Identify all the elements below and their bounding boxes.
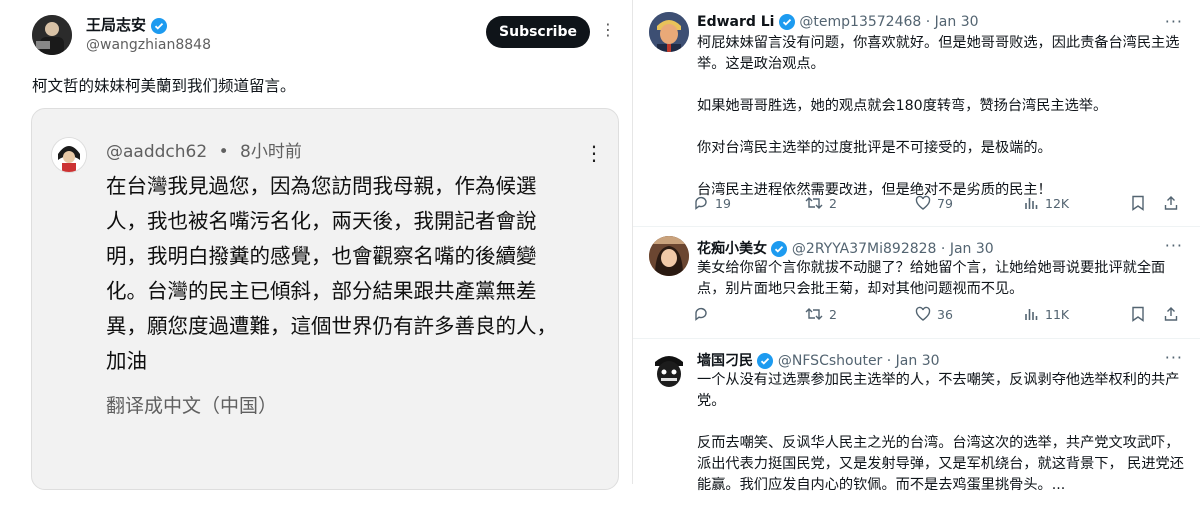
tweet-paragraph: 反而去嘲笑、反讽华人民主之光的台湾。台湾这次的选举，共产党文攻武吓，派出代表力挺… <box>697 435 1184 493</box>
tweet-date[interactable]: Jan 30 <box>896 353 940 369</box>
tweet-header: 花痴小美女 @2RYYA37Mi892828 · Jan 30 <box>697 241 994 257</box>
tweet-more-icon[interactable]: ··· <box>1165 236 1183 255</box>
retweet-icon <box>805 308 823 320</box>
tweet-date[interactable]: Jan 30 <box>950 241 994 257</box>
tweet-paragraph: 你对台湾民主选举的过度批评是不可接受的，是极端的。 <box>697 140 1052 156</box>
share-button[interactable] <box>1163 195 1179 211</box>
retweet-button[interactable]: 2 <box>805 195 837 211</box>
verified-icon <box>151 17 168 34</box>
tweet-body: 柯屁妹妹留言没有问题，你喜欢就好。但是她哥哥败选，因此责备台湾民主选举。这是政治… <box>697 33 1187 222</box>
tweet-paragraph: 美女给你留个言你就拔不动腿了？给她留个言，让她给她哥说要批评就全面点，别片面地只… <box>697 260 1166 297</box>
user-handle[interactable]: @NFSCshouter <box>778 353 882 369</box>
share-button[interactable] <box>1163 306 1179 322</box>
heart-icon <box>915 195 931 210</box>
comment-line: 異，願您度過遭難，這個世界仍有許多善良的人， <box>106 314 557 338</box>
more-options-icon[interactable]: ⋮ <box>600 20 616 39</box>
verified-icon <box>757 353 774 369</box>
reply-tweet[interactable]: 花痴小美女 @2RYYA37Mi892828 · Jan 30 ··· 美女给你… <box>633 226 1200 339</box>
reply-tweet[interactable]: 墙国刁民 @NFSCshouter · Jan 30 ··· 一个从没有过选票参… <box>633 338 1200 493</box>
subscribe-button[interactable]: Subscribe <box>486 16 590 48</box>
author-name[interactable]: 王局志安 <box>86 14 168 35</box>
tweet-date[interactable]: Jan 30 <box>935 14 979 30</box>
tweet-body: 一个从没有过选票参加民主选举的人，不去嘲笑，反讽剥夺他选举权利的共产党。 反而去… <box>697 370 1187 517</box>
share-icon <box>1164 307 1178 321</box>
views-icon <box>1025 309 1038 320</box>
views-button[interactable]: 12K <box>1023 195 1069 211</box>
verified-icon <box>778 14 795 30</box>
author-avatar[interactable] <box>32 15 72 55</box>
display-name[interactable]: Edward Li <box>697 14 775 30</box>
tweet-actions: 19 2 79 12K <box>693 195 1183 215</box>
reply-icon <box>695 196 707 210</box>
heart-icon <box>915 306 931 321</box>
bookmark-icon <box>1132 195 1144 211</box>
user-handle[interactable]: @2RYYA37Mi892828 <box>792 241 937 257</box>
reply-tweet[interactable]: Edward Li @temp13572468 · Jan 30 ··· 柯屁妹… <box>633 0 1200 227</box>
comment-line: 加油 <box>106 349 147 373</box>
views-icon <box>1025 198 1038 209</box>
like-button[interactable]: 36 <box>915 306 953 322</box>
comment-line: 人，我也被名嘴污名化，兩天後，我開記者會說 <box>106 209 537 233</box>
comment-body: 在台灣我見過您，因為您訪問我母親，作為候選 人，我也被名嘴污名化，兩天後，我開記… <box>106 169 606 379</box>
tweet-more-icon[interactable]: ··· <box>1165 12 1183 31</box>
reply-button[interactable] <box>693 306 715 322</box>
bookmark-button[interactable] <box>1131 195 1145 211</box>
reply-icon <box>695 307 707 321</box>
comment-line: 明，我明白撥糞的感覺，也會觀察名嘴的後續變 <box>106 244 537 268</box>
commenter-avatar[interactable] <box>51 137 87 173</box>
commenter-meta: @aaddch62 • 8小时前 <box>106 142 302 162</box>
tweet-actions: 2 36 11K <box>693 306 1183 326</box>
user-avatar[interactable] <box>649 348 689 388</box>
tweet-paragraph: 如果她哥哥胜选，她的观点就会180度转弯，赞扬台湾民主选举。 <box>697 98 1108 114</box>
retweet-button[interactable]: 2 <box>805 306 837 322</box>
tweet-more-icon[interactable]: ··· <box>1165 348 1183 367</box>
tweet-header: 墙国刁民 @NFSCshouter · Jan 30 <box>697 353 940 369</box>
bookmark-button[interactable] <box>1131 306 1145 322</box>
share-icon <box>1164 196 1178 210</box>
tweet-header: Edward Li @temp13572468 · Jan 30 <box>697 14 979 30</box>
reply-button[interactable]: 19 <box>693 195 731 211</box>
tweet-paragraph: 一个从没有过选票参加民主选举的人，不去嘲笑，反讽剥夺他选举权利的共产党。 <box>697 372 1180 409</box>
verified-icon <box>771 241 788 257</box>
tweet-paragraph: 柯屁妹妹留言没有问题，你喜欢就好。但是她哥哥败选，因此责备台湾民主选举。这是政治… <box>697 35 1180 72</box>
comment-line: 在台灣我見過您，因為您訪問我母親，作為候選 <box>106 174 537 198</box>
author-handle: @wangzhian8848 <box>86 37 211 53</box>
commenter-handle[interactable]: @aaddch62 <box>106 142 207 162</box>
quoted-comment-card: @aaddch62 • 8小时前 ⋮ 在台灣我見過您，因為您訪問我母親，作為候選… <box>31 108 619 490</box>
user-avatar[interactable] <box>649 236 689 276</box>
bookmark-icon <box>1132 306 1144 322</box>
reply-thread-panel: Edward Li @temp13572468 · Jan 30 ··· 柯屁妹… <box>632 0 1200 493</box>
like-button[interactable]: 79 <box>915 195 953 211</box>
user-avatar[interactable] <box>649 12 689 52</box>
comment-time: 8小时前 <box>240 142 302 162</box>
retweet-icon <box>805 197 823 209</box>
youtube-post-panel: 王局志安 @wangzhian8848 Subscribe ⋮ 柯文哲的妹妹柯美… <box>0 0 632 490</box>
post-text: 柯文哲的妹妹柯美蘭到我们频道留言。 <box>32 77 296 95</box>
display-name[interactable]: 墙国刁民 <box>697 353 753 369</box>
translate-link[interactable]: 翻译成中文（中国） <box>106 391 277 418</box>
comment-line: 化。台灣的民主已傾斜，部分結果跟共產黨無差 <box>106 279 537 303</box>
display-name[interactable]: 花痴小美女 <box>697 241 767 257</box>
user-handle[interactable]: @temp13572468 <box>799 14 921 30</box>
comment-more-icon[interactable]: ⋮ <box>584 141 604 165</box>
views-button[interactable]: 11K <box>1023 306 1069 322</box>
